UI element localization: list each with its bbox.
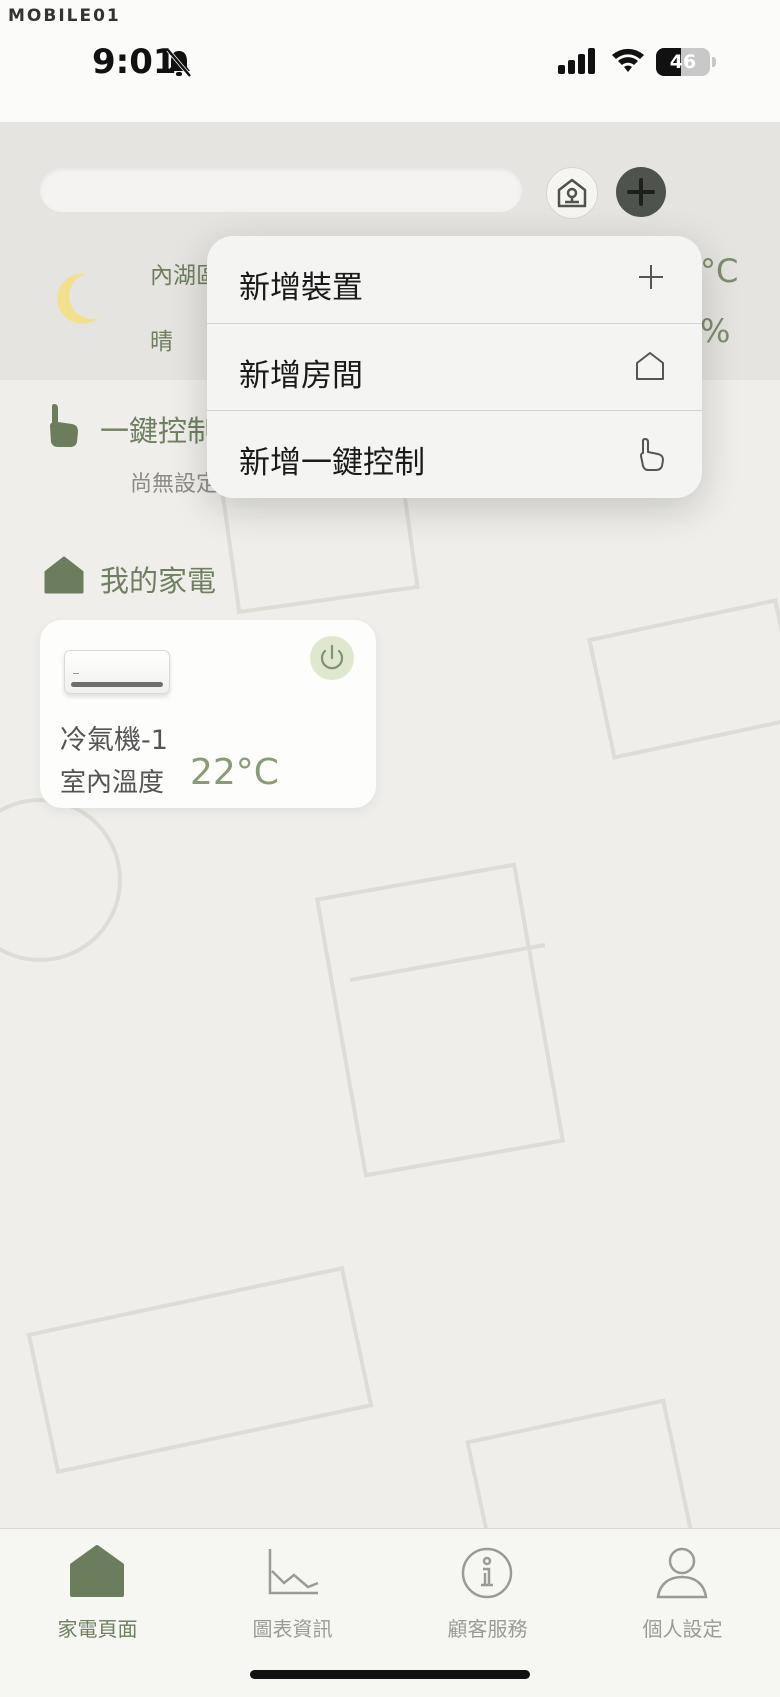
- weather-condition: 晴: [150, 329, 173, 355]
- chart-icon: [268, 1549, 319, 1595]
- home-icon: [44, 556, 84, 594]
- info-icon: [461, 1547, 513, 1599]
- add-button[interactable]: [616, 167, 666, 217]
- room-button[interactable]: [546, 167, 598, 219]
- tab-home[interactable]: 家電頁面: [0, 1529, 195, 1649]
- hand-icon: [50, 404, 78, 447]
- tab-profile[interactable]: 個人設定: [585, 1529, 780, 1649]
- tab-label: 個人設定: [642, 1617, 723, 1641]
- menu-item-label: 新增一鍵控制: [239, 445, 425, 481]
- signal-icon: [558, 48, 595, 74]
- tab-label: 家電頁面: [57, 1617, 138, 1641]
- weather-temperature: °C: [700, 252, 739, 290]
- quick-control-empty: 尚無設定: [130, 472, 219, 497]
- battery-indicator: 46: [656, 48, 710, 76]
- wifi-icon: [612, 48, 644, 72]
- house-outline-icon: [636, 352, 664, 380]
- menu-item-label: 新增裝置: [239, 270, 363, 306]
- moon-icon: [57, 273, 98, 324]
- battery-percent: 46: [669, 51, 697, 73]
- weather-humidity: %: [700, 312, 731, 350]
- tab-chart[interactable]: 圖表資訊: [195, 1529, 390, 1649]
- battery-cap: [712, 57, 716, 67]
- watermark: MOBILE01: [8, 6, 121, 26]
- hand-pointer-icon: [640, 438, 664, 471]
- device-name: 冷氣機-1: [60, 725, 168, 756]
- home-indicator[interactable]: [250, 1670, 530, 1679]
- tab-support[interactable]: 顧客服務: [390, 1529, 585, 1649]
- add-menu: 新增裝置 新增房間 新增一鍵控制: [207, 236, 702, 498]
- plus-icon: [639, 265, 663, 289]
- person-icon: [656, 1547, 708, 1599]
- menu-item-add-quick-control[interactable]: 新增一鍵控制: [207, 410, 702, 498]
- air-conditioner-icon: [64, 650, 170, 694]
- power-icon: [320, 644, 344, 670]
- status-time: 9:01: [92, 42, 177, 82]
- power-button[interactable]: [310, 636, 354, 680]
- plus-icon: [627, 178, 655, 206]
- quick-control-title: 一鍵控制: [100, 414, 217, 448]
- menu-item-label: 新增房間: [239, 358, 363, 394]
- home-icon: [70, 1545, 124, 1597]
- menu-item-add-device[interactable]: 新增裝置: [207, 236, 702, 323]
- search-bar[interactable]: [40, 168, 522, 212]
- menu-item-add-room[interactable]: 新增房間: [207, 323, 702, 411]
- status-bar: MOBILE01 9:01 46: [0, 0, 780, 122]
- device-temp-label: 室內溫度: [60, 768, 165, 798]
- device-temp-value: 22°C: [190, 752, 279, 793]
- device-card[interactable]: 冷氣機-1 室內溫度 22°C: [40, 620, 376, 808]
- house-icon: [557, 178, 587, 208]
- appliances-title: 我的家電: [100, 564, 217, 598]
- tab-label: 圖表資訊: [252, 1617, 333, 1641]
- tab-label: 顧客服務: [447, 1617, 528, 1641]
- bell-muted-icon: [166, 48, 192, 78]
